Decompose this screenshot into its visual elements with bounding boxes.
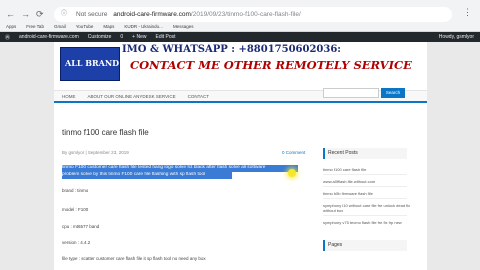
bookmark-free-tab[interactable]: Free Tab	[26, 22, 44, 32]
admin-comments-link[interactable]: 0	[120, 34, 123, 40]
forward-icon[interactable]: →	[21, 8, 30, 20]
not-secure-label: Not secure	[76, 11, 108, 18]
reload-icon[interactable]: ⟳	[36, 8, 44, 20]
divider	[323, 198, 407, 199]
browser-chrome: ← → ⟳ ⓘ Not secure android-care-firmware…	[0, 0, 480, 32]
admin-site-link[interactable]: android-care-firmware.com	[19, 34, 79, 40]
browser-nav: ← → ⟳	[6, 8, 44, 20]
admin-edit-post-link[interactable]: Edit Post	[155, 34, 175, 40]
wp-admin-bar: Ⓦ android-care-firmware.com Customize 0 …	[0, 32, 480, 42]
not-secure-icon: ⓘ	[61, 11, 68, 17]
brand-logo-text: ALL BRAND	[65, 58, 120, 68]
post-highlight-line-1: tinmo F100 customer care flash file test…	[62, 165, 298, 172]
post-byline: By gsmlyor | September 23, 2019	[62, 150, 129, 155]
admin-new-link[interactable]: + New	[132, 34, 146, 40]
recent-post-link[interactable]: tinmo b5b firmware flash file	[323, 191, 415, 196]
recent-posts-heading: Recent Posts	[323, 148, 407, 159]
post-model: model : F100	[62, 207, 89, 212]
post-filetype: file type : scatter customer care flash …	[62, 256, 206, 261]
divider	[323, 215, 407, 216]
bookmarks-bar: Apps Free Tab Gmail YouTube Maps KUDR - …	[0, 22, 480, 32]
browser-menu-icon[interactable]: ⋮	[463, 7, 472, 18]
divider	[323, 174, 407, 175]
bookmark-maps[interactable]: Maps	[103, 22, 114, 32]
post-cpu: cpu : mt6577 band	[62, 224, 100, 229]
search-input[interactable]	[323, 88, 379, 98]
recent-post-link[interactable]: symphony i10 without care file fre unloc…	[323, 203, 415, 213]
divider	[323, 186, 407, 187]
address-bar[interactable]: ⓘ Not secure android-care-firmware.com/2…	[54, 7, 452, 22]
url-host: android-care-firmware.com	[113, 11, 191, 18]
banner-contact-line: IMO & WHATSAPP : +8801750602036:	[122, 44, 341, 55]
post-title: tinmo f100 care flash file	[62, 128, 149, 137]
header-banner[interactable]: ALL BRAND IMO & WHATSAPP : +880175060203…	[54, 42, 427, 86]
recent-post-link[interactable]: symphony v75 tecmo flash file fre fix fr…	[323, 220, 415, 225]
nav-about[interactable]: ABOUT OUR ONLINE ANYDESK SERVICE	[88, 94, 176, 99]
admin-customize-link[interactable]: Customize	[88, 34, 112, 40]
bookmark-youtube[interactable]: YouTube	[76, 22, 94, 32]
pages-heading: Pages	[323, 240, 407, 251]
post-brand: brand : tinmo	[62, 188, 89, 193]
mouse-cursor-highlight	[288, 169, 296, 177]
brand-logo: ALL BRAND	[60, 47, 120, 81]
post-highlight-line-2: problem solve by this tinmo F100 care fi…	[62, 172, 232, 179]
post-version: version : 4.4.2	[62, 240, 91, 245]
banner-service-line: CONTACT ME OTHER REMOTELY SERVICE	[130, 58, 412, 72]
bookmark-messages[interactable]: Messages	[173, 22, 194, 32]
admin-howdy[interactable]: Howdy, gsmlyor	[439, 34, 474, 40]
nav-home[interactable]: HOME	[62, 94, 76, 99]
search-button[interactable]: Search	[381, 88, 405, 98]
back-icon[interactable]: ←	[6, 8, 15, 20]
bookmark-gmail[interactable]: Gmail	[54, 22, 66, 32]
bookmark-apps[interactable]: Apps	[6, 22, 16, 32]
url-path: /2019/09/23/tinmo-f100-care-flash-file/	[190, 11, 301, 18]
recent-post-link[interactable]: tinmo f100 care flash file	[323, 167, 415, 172]
post-meta: By gsmlyor | September 23, 2019 0 Commen…	[62, 150, 305, 155]
recent-post-link[interactable]: www.a0fflash.file.without.com	[323, 179, 415, 184]
wp-logo-icon[interactable]: Ⓦ	[5, 34, 10, 41]
bookmark-kudr[interactable]: KUDR - Ukraindo...	[124, 22, 163, 32]
nav-contact[interactable]: CONTACT	[188, 94, 209, 99]
post-comments-link[interactable]: 0 Comment	[282, 150, 305, 155]
